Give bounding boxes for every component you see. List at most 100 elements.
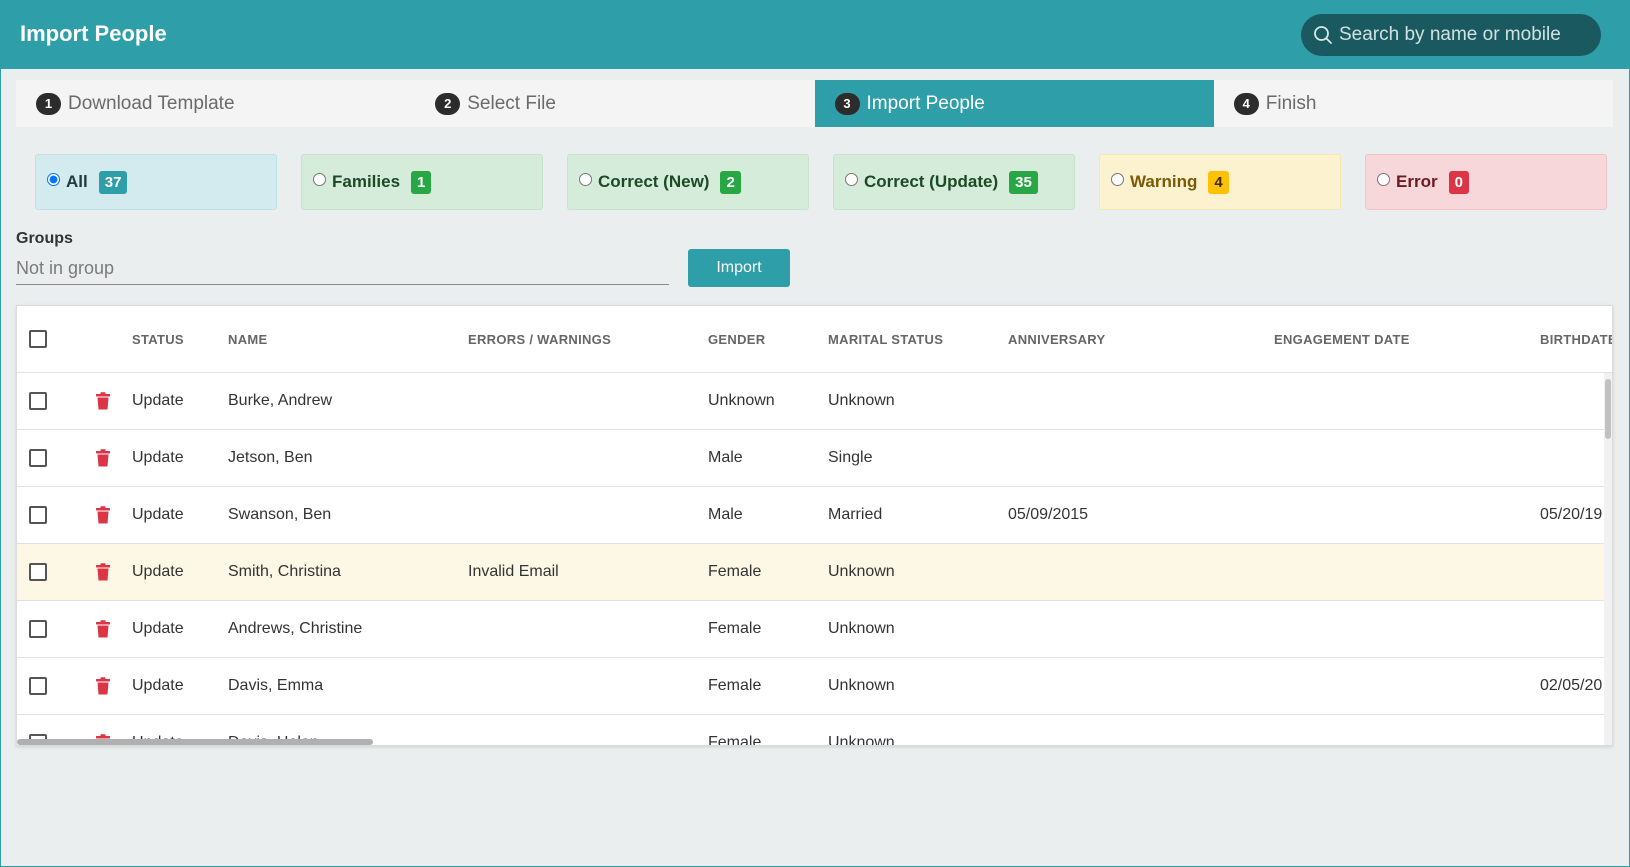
step-import-people[interactable]: 3 Import People <box>814 80 1214 127</box>
row-status: Update <box>132 449 184 466</box>
row-check-cell <box>29 430 89 486</box>
row-name: Swanson, Ben <box>228 506 332 523</box>
delete-button[interactable] <box>95 544 125 600</box>
row-name: Andrews, Christine <box>228 620 363 637</box>
row-marital-status: Single <box>828 449 873 466</box>
count-badge: 35 <box>1009 170 1038 194</box>
horizontal-scrollbar[interactable] <box>17 738 1606 745</box>
search-input[interactable] <box>1339 24 1589 46</box>
row-gender: Male <box>708 506 743 523</box>
filter-label: Warning <box>1130 172 1198 191</box>
step-label: Finish <box>1265 92 1317 114</box>
step-label: Select File <box>467 92 556 114</box>
row-checkbox[interactable] <box>29 563 47 581</box>
row-errors <box>468 373 708 429</box>
table-row[interactable]: Update Smith, Christina Invalid Email Femal… <box>17 544 1612 601</box>
select-all-checkbox[interactable] <box>29 330 47 348</box>
filter-all[interactable]: All 37 <box>35 154 277 210</box>
row-marital-status: Unknown <box>828 620 895 637</box>
row-birthdate: 05/20/19 <box>1540 506 1603 523</box>
filter-correct-new-radio[interactable] <box>579 172 592 186</box>
column-birthdate[interactable]: BIRTHDATE <box>1540 306 1612 372</box>
row-birthdate <box>1540 544 1612 600</box>
filter-label: Correct (Update) <box>864 172 999 191</box>
row-birthdate <box>1540 430 1612 486</box>
count-badge: 4 <box>1208 170 1229 194</box>
filter-families-radio[interactable] <box>313 172 326 186</box>
row-anniversary <box>1008 658 1274 714</box>
filter-correct-new[interactable]: Correct (New) 2 <box>567 154 809 210</box>
step-number: 2 <box>435 92 461 115</box>
column-errors[interactable]: ERRORS / WARNINGS <box>468 306 708 372</box>
row-check-cell <box>29 373 89 429</box>
step-number: 3 <box>834 92 860 115</box>
count-badge: 0 <box>1448 170 1469 194</box>
trash-icon <box>96 563 110 581</box>
row-anniversary <box>1008 544 1274 600</box>
row-check-cell <box>29 544 89 600</box>
table-row[interactable]: Update Andrews, Christine Female Unknown <box>17 601 1612 658</box>
page-title: Import People <box>20 21 167 46</box>
row-errors: Invalid Email <box>468 563 559 580</box>
search-box[interactable] <box>1301 14 1601 56</box>
row-status: Update <box>132 677 184 694</box>
row-errors <box>468 487 708 543</box>
filter-error-radio[interactable] <box>1377 172 1390 186</box>
delete-button[interactable] <box>95 430 125 486</box>
trash-icon <box>96 677 110 695</box>
row-checkbox[interactable] <box>29 677 47 695</box>
step-download-template[interactable]: 1 Download Template <box>16 80 415 127</box>
row-name: Smith, Christina <box>228 563 341 580</box>
filter-warning-radio[interactable] <box>1111 172 1124 186</box>
column-anniversary[interactable]: ANNIVERSARY <box>1008 306 1274 372</box>
row-checkbox[interactable] <box>29 506 47 524</box>
row-errors <box>468 430 708 486</box>
table-row[interactable]: Update Davis, Emma Female Unknown 02/05/20 <box>17 658 1612 715</box>
row-birthdate <box>1540 373 1612 429</box>
step-select-file[interactable]: 2 Select File <box>415 80 814 127</box>
filter-error[interactable]: Error 0 <box>1365 154 1607 210</box>
row-engagement-date <box>1274 544 1540 600</box>
delete-button[interactable] <box>95 373 125 429</box>
step-finish[interactable]: 4 Finish <box>1214 80 1613 127</box>
column-name[interactable]: NAME <box>228 306 458 372</box>
step-label: Download Template <box>68 92 235 114</box>
filter-families[interactable]: Families 1 <box>301 154 543 210</box>
row-engagement-date <box>1274 430 1540 486</box>
row-name: Burke, Andrew <box>228 392 333 409</box>
vertical-scrollbar[interactable] <box>1604 373 1612 745</box>
row-gender: Female <box>708 620 762 637</box>
column-marital-status[interactable]: MARITAL STATUS <box>828 306 1008 372</box>
row-check-cell <box>29 658 89 714</box>
row-check-cell <box>29 487 89 543</box>
trash-icon <box>96 620 110 638</box>
filter-correct-update-radio[interactable] <box>845 172 858 186</box>
row-engagement-date <box>1274 373 1540 429</box>
column-gender[interactable]: GENDER <box>708 306 828 372</box>
row-checkbox[interactable] <box>29 449 47 467</box>
count-badge: 2 <box>720 170 741 194</box>
row-engagement-date <box>1274 601 1540 657</box>
scroll-thumb[interactable] <box>1605 379 1611 439</box>
filter-warning[interactable]: Warning 4 <box>1099 154 1341 210</box>
delete-button[interactable] <box>95 658 125 714</box>
table-row[interactable]: Update Swanson, Ben Male Married 05/09/2015 0… <box>17 487 1612 544</box>
delete-button[interactable] <box>95 601 125 657</box>
step-number: 1 <box>36 92 61 115</box>
row-engagement-date <box>1274 658 1540 714</box>
row-name: Davis, Emma <box>228 677 324 694</box>
row-checkbox[interactable] <box>29 392 47 410</box>
filter-correct-update[interactable]: Correct (Update) 35 <box>833 154 1075 210</box>
filter-all-radio[interactable] <box>47 172 60 186</box>
scroll-thumb[interactable] <box>17 739 373 745</box>
column-engagement-date[interactable]: ENGAGEMENT DATE <box>1274 306 1540 372</box>
row-checkbox[interactable] <box>29 620 47 638</box>
table-row[interactable]: Update Burke, Andrew Unknown Unknown <box>17 373 1612 430</box>
import-button[interactable]: Import <box>688 249 790 287</box>
delete-button[interactable] <box>95 487 125 543</box>
trash-icon <box>96 392 110 410</box>
count-badge: 1 <box>411 170 432 194</box>
column-status[interactable]: STATUS <box>132 306 222 372</box>
groups-input[interactable] <box>16 253 669 285</box>
table-row[interactable]: Update Jetson, Ben Male Single <box>17 430 1612 487</box>
